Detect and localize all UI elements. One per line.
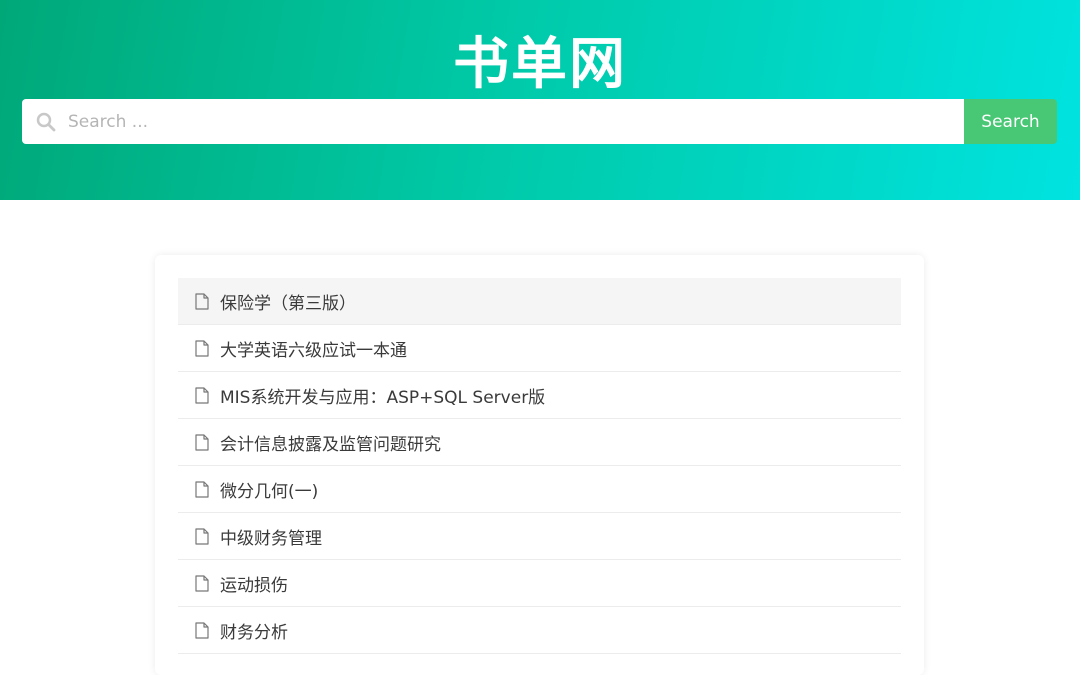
list-item[interactable]: 大学英语六级应试一本通: [178, 325, 901, 372]
book-title: 中级财务管理: [220, 528, 322, 549]
file-icon: [195, 621, 209, 639]
list-item[interactable]: 会计信息披露及监管问题研究: [178, 419, 901, 466]
book-title: 大学英语六级应试一本通: [220, 340, 407, 361]
book-title: 保险学（第三版）: [220, 293, 356, 314]
list-item[interactable]: 运动损伤: [178, 560, 901, 607]
book-list: 保险学（第三版） 大学英语六级应试一本通 MIS系统开发与应用：ASP+SQL …: [178, 278, 901, 654]
book-title: 会计信息披露及监管问题研究: [220, 434, 441, 455]
book-title: 微分几何(一): [220, 481, 319, 502]
list-item[interactable]: 中级财务管理: [178, 513, 901, 560]
file-icon: [195, 339, 209, 357]
book-list-card: 保险学（第三版） 大学英语六级应试一本通 MIS系统开发与应用：ASP+SQL …: [155, 255, 924, 675]
file-icon: [195, 574, 209, 592]
file-icon: [195, 386, 209, 404]
search-box[interactable]: [22, 99, 964, 144]
file-icon: [195, 527, 209, 545]
file-icon: [195, 292, 209, 310]
file-icon: [195, 433, 209, 451]
site-title[interactable]: 书单网: [0, 30, 1080, 100]
search-form: Search: [22, 99, 1057, 144]
list-item[interactable]: MIS系统开发与应用：ASP+SQL Server版: [178, 372, 901, 419]
list-item[interactable]: 微分几何(一): [178, 466, 901, 513]
search-icon: [36, 112, 56, 132]
search-button[interactable]: Search: [964, 99, 1057, 144]
header-banner: 书单网 Search: [0, 0, 1080, 200]
file-icon: [195, 480, 209, 498]
list-item[interactable]: 保险学（第三版）: [178, 278, 901, 325]
book-title: MIS系统开发与应用：ASP+SQL Server版: [220, 387, 546, 408]
book-title: 运动损伤: [220, 575, 288, 596]
list-item[interactable]: 财务分析: [178, 607, 901, 654]
search-input[interactable]: [68, 99, 948, 144]
book-title: 财务分析: [220, 622, 288, 643]
